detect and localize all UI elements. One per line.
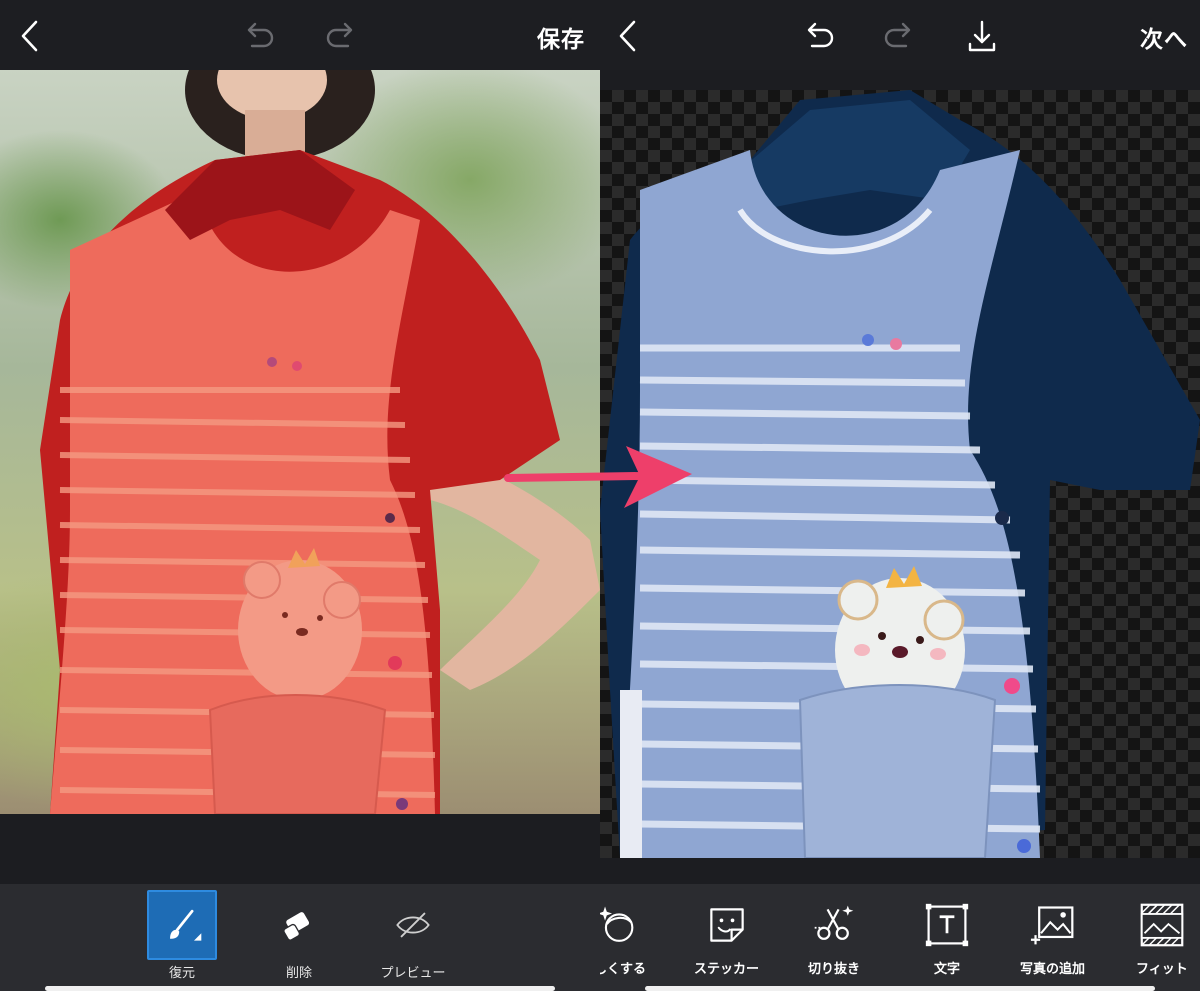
download-icon — [968, 20, 996, 52]
add-photo-icon — [1028, 900, 1078, 950]
preview-hidden-icon — [378, 890, 448, 960]
download-button[interactable] — [960, 14, 1004, 58]
home-indicator — [645, 986, 1155, 991]
tool-label: プレビュー — [380, 966, 446, 981]
tool-label: 切り抜き — [808, 962, 861, 977]
sticker-icon — [702, 900, 752, 950]
edit-tool-bar: しくする ステッカー 切り抜き 文字 写真の追加 フィット — [600, 884, 1200, 991]
add-photo-tool-button[interactable]: 写真の追加 — [1020, 900, 1085, 977]
undo-icon — [247, 22, 274, 48]
scissors-icon — [809, 900, 859, 950]
masked-person-image — [40, 70, 600, 814]
redo-button[interactable] — [878, 14, 922, 58]
eraser-icon — [264, 890, 334, 960]
back-button[interactable] — [8, 14, 52, 58]
redo-icon — [326, 22, 353, 48]
face-sparkle-icon — [600, 900, 645, 950]
tool-label: ステッカー — [694, 962, 760, 977]
fit-tool-button[interactable]: フィット — [1136, 900, 1188, 977]
preview-tool-button[interactable]: プレビュー — [378, 890, 448, 981]
home-indicator — [45, 986, 555, 991]
mask-edit-canvas[interactable] — [0, 70, 600, 814]
tool-label: フィット — [1136, 962, 1188, 977]
tool-label: 削除 — [285, 966, 312, 981]
restore-tool-button[interactable]: 復元 — [147, 890, 217, 981]
text-icon — [922, 900, 972, 950]
erase-tool-button[interactable]: 削除 — [264, 890, 334, 981]
chevron-left-icon — [21, 20, 38, 52]
brush-icon — [147, 890, 217, 960]
beautify-tool-button[interactable]: しくする — [600, 900, 646, 977]
right-editor-panel: 次へ しくする ステッカー 切り抜き 文字 写真の追加 フィット — [600, 0, 1200, 991]
tool-label: 写真の追加 — [1020, 962, 1086, 977]
mask-tool-bar: 復元 削除 プレビュー — [0, 884, 600, 991]
cutout-canvas[interactable] — [600, 90, 1200, 858]
tool-label: 文字 — [933, 962, 960, 977]
cutout-apron-image — [600, 90, 1200, 858]
undo-button[interactable] — [796, 14, 840, 58]
redo-button[interactable] — [320, 14, 364, 58]
tool-label: 復元 — [168, 966, 195, 981]
left-top-bar: 保存 — [0, 0, 600, 70]
undo-button[interactable] — [236, 14, 280, 58]
tool-label: しくする — [600, 962, 647, 977]
chevron-left-icon — [619, 20, 636, 52]
fit-icon — [1137, 900, 1187, 950]
next-button[interactable]: 次へ — [1140, 20, 1188, 54]
left-editor-panel: 保存 復元 削除 プレビュー — [0, 0, 600, 991]
redo-icon — [884, 22, 911, 48]
cutout-tool-button[interactable]: 切り抜き — [808, 900, 860, 977]
back-button[interactable] — [606, 14, 650, 58]
sticker-tool-button[interactable]: ステッカー — [694, 900, 759, 977]
save-button[interactable]: 保存 — [537, 20, 585, 54]
right-top-bar: 次へ — [600, 0, 1200, 70]
text-tool-button[interactable]: 文字 — [922, 900, 972, 977]
undo-icon — [807, 22, 834, 48]
